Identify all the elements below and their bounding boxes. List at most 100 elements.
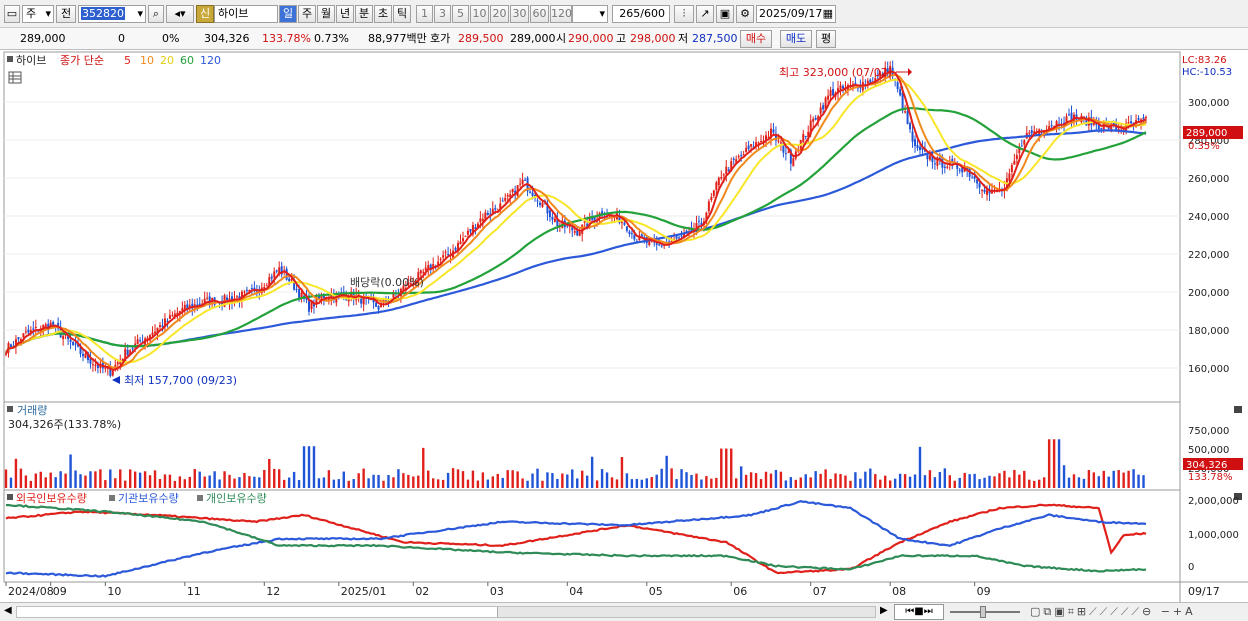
period-tab-3[interactable]: 년	[336, 5, 354, 23]
count-input[interactable]: 265/600	[612, 5, 670, 23]
zoom-slider-handle[interactable]	[980, 606, 986, 618]
hoga-label: 호가	[430, 32, 451, 45]
hold-axis-0: 0	[1188, 562, 1194, 573]
high-label: 고	[616, 32, 627, 45]
minute-button-20[interactable]: 20	[490, 5, 509, 23]
x-axis-label-13: 09	[977, 585, 991, 598]
period-tab-0[interactable]: 일	[279, 5, 297, 23]
volume-bar	[456, 469, 460, 488]
volume-bar	[665, 455, 668, 488]
save-icon[interactable]: ▣	[716, 5, 734, 23]
volume-bar	[933, 477, 937, 488]
speaker-icon[interactable]: ◂▾	[166, 5, 194, 23]
volume-bar	[317, 478, 321, 488]
volume-bar	[536, 468, 539, 488]
bottom-scrollbar[interactable]: ◀ ▶ ⏮■⏭ ▢⧉▣⌗⊞⟋⟋⟋⟋⟋⊖ −+A	[0, 602, 1248, 621]
code-input[interactable]: 352820 ▾	[78, 5, 146, 23]
volume-bar	[893, 478, 897, 488]
volume-bar	[1042, 477, 1046, 488]
last-pct-label: 0.35%	[1188, 141, 1220, 152]
x-axis-label-5: 2025/01	[341, 585, 387, 598]
volume-bar	[685, 472, 688, 488]
table-icon[interactable]	[8, 71, 22, 84]
volume-bar	[402, 473, 405, 488]
sell-button[interactable]: 매도	[780, 30, 812, 48]
turnover-pct: 0.73%	[314, 32, 349, 45]
minute-button-60[interactable]: 60	[530, 5, 549, 23]
volume-bar	[173, 480, 177, 488]
stock-name-field[interactable]: 하이브	[214, 5, 278, 23]
volume-bar	[824, 469, 827, 488]
volume-bar	[531, 473, 534, 488]
volume-info: 304,326주(133.78%)	[8, 418, 121, 431]
volume-bar	[923, 475, 927, 488]
window-menu-icon[interactable]: ▭	[4, 5, 20, 23]
chart-type-icon[interactable]: ⫶	[674, 5, 694, 23]
stock-chart[interactable]: 하이브 종가 단순 5 10 20 60 120 LC:83.26 HC:-10…	[0, 50, 1248, 602]
scroll-thumb[interactable]	[497, 607, 875, 617]
volume-panel-close-icon[interactable]	[1234, 406, 1242, 413]
volume-bar	[561, 473, 564, 488]
minute-button-3[interactable]: 3	[434, 5, 451, 23]
volume-bar	[710, 478, 713, 488]
period-tab-6[interactable]: 틱	[393, 5, 411, 23]
volume-bar	[69, 454, 72, 488]
volume-bar	[1127, 470, 1130, 488]
x-axis-label-2: 10	[107, 585, 121, 598]
volume-bar	[590, 456, 594, 488]
vol-axis-750k: 750,000	[1188, 426, 1229, 437]
settings-icon[interactable]: ⚙	[736, 5, 754, 23]
volume-bar	[59, 471, 62, 488]
minute-button-5[interactable]: 5	[452, 5, 469, 23]
period-tab-4[interactable]: 분	[355, 5, 373, 23]
low-price: 287,500	[692, 32, 738, 45]
volume-bar	[193, 469, 196, 488]
period-tab-5[interactable]: 초	[374, 5, 392, 23]
minute-button-1[interactable]: 1	[416, 5, 433, 23]
volume-bar	[273, 468, 276, 488]
avg-button[interactable]: 평	[816, 30, 836, 48]
scroll-right-icon[interactable]: ▶	[880, 605, 888, 616]
volume-bar	[4, 469, 8, 488]
minute-button-10[interactable]: 10	[470, 5, 489, 23]
period-tab-2[interactable]: 월	[317, 5, 335, 23]
volume-bar	[1028, 479, 1031, 488]
buy-button[interactable]: 매수	[740, 30, 772, 48]
date-input[interactable]: 2025/09/17 ▦	[756, 5, 836, 23]
volume-bar	[978, 479, 981, 488]
x-axis-right-date: 09/17	[1188, 585, 1220, 598]
volume-title: 거래량	[17, 404, 47, 417]
volume-bar	[312, 446, 316, 488]
search-icon[interactable]: ⌕	[148, 5, 164, 23]
volume-bar	[705, 476, 708, 488]
minute-button-120[interactable]: 120	[550, 5, 572, 23]
high-price: 298,000	[630, 32, 676, 45]
volume-bar	[417, 475, 420, 488]
scroll-track[interactable]	[16, 606, 876, 618]
volume-bar	[869, 468, 872, 488]
volume-bar	[496, 473, 499, 488]
volume-bar	[94, 471, 97, 488]
volume-bar	[1067, 477, 1071, 488]
volume-bar	[1117, 470, 1120, 488]
market-select[interactable]: 주 ▾	[22, 5, 54, 23]
volume-bar	[1062, 465, 1066, 488]
volume-bar	[1092, 472, 1096, 488]
scroll-left-icon[interactable]: ◀	[4, 605, 12, 616]
volume-bar	[114, 478, 117, 488]
period-tab-1[interactable]: 주	[298, 5, 316, 23]
volume-bar	[884, 475, 887, 488]
draw-tool-icon[interactable]: ↗	[696, 5, 714, 23]
minute-button-30[interactable]: 30	[510, 5, 529, 23]
prev-button[interactable]: 전	[56, 5, 76, 23]
minute-custom-select[interactable]: ▾	[572, 5, 608, 23]
volume-bar	[178, 476, 182, 488]
volume-bar	[302, 446, 306, 488]
volume-bar	[337, 479, 341, 488]
chart-tools-icons[interactable]: ▢⧉▣⌗⊞⟋⟋⟋⟋⟋⊖ −+A	[1030, 605, 1196, 619]
volume-bar	[734, 478, 738, 488]
playback-controls[interactable]: ⏮■⏭	[894, 604, 944, 620]
volume-bar	[789, 477, 793, 488]
volume-bar	[357, 473, 360, 488]
volume-bar	[327, 470, 331, 488]
